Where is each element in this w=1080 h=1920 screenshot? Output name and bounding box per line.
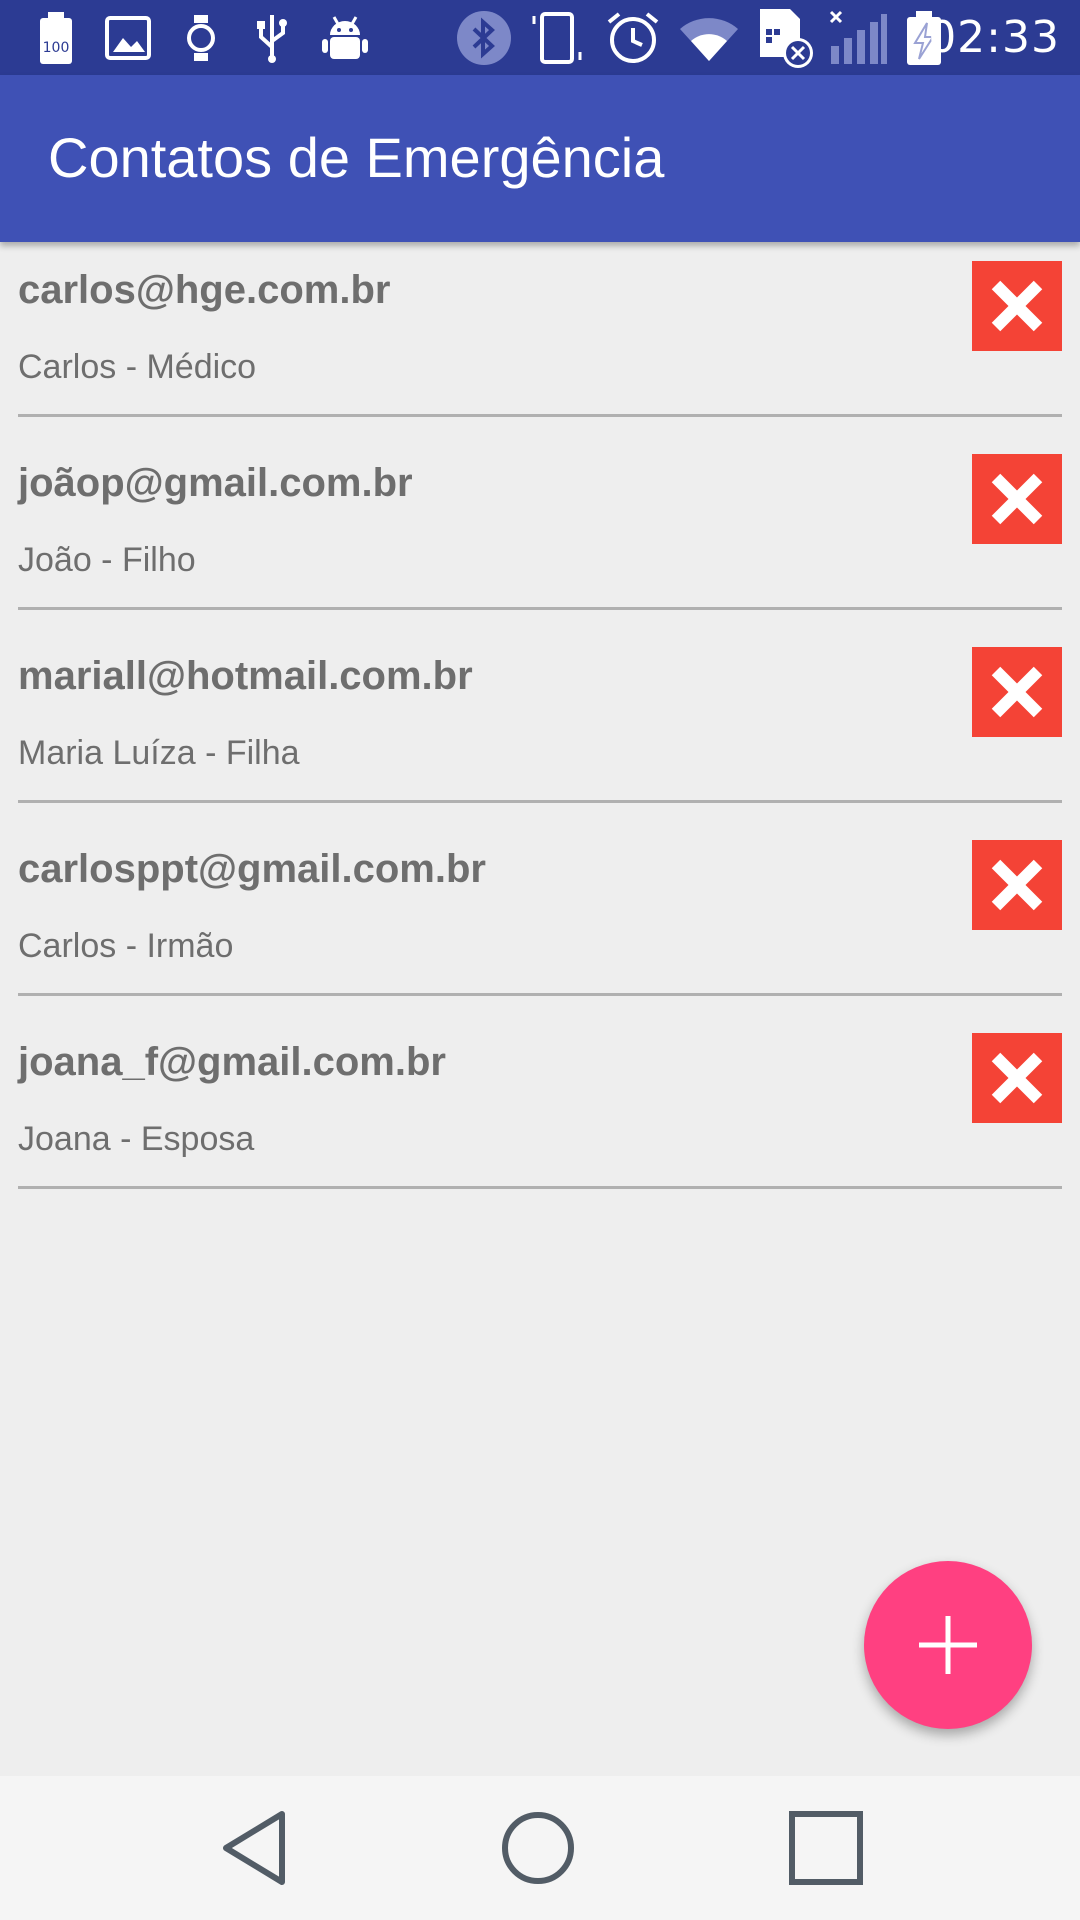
bluetooth-icon	[456, 10, 512, 66]
alarm-icon	[604, 10, 662, 66]
status-bar: 100 02:33	[0, 0, 1080, 75]
close-icon	[991, 859, 1043, 911]
home-icon	[502, 1812, 574, 1884]
status-clock: 02:33	[928, 12, 1060, 63]
back-button[interactable]	[206, 1798, 306, 1898]
contact-email: joãop@gmail.com.br	[18, 461, 413, 505]
recents-icon	[789, 1811, 863, 1885]
usb-icon	[254, 10, 290, 66]
image-icon	[104, 10, 152, 66]
list-item[interactable]: mariall@hotmail.com.br Maria Luíza - Fil…	[0, 628, 1080, 821]
battery-level-label: 100	[43, 40, 70, 56]
back-icon	[223, 1811, 285, 1885]
plus-icon	[919, 1616, 977, 1674]
delete-contact-button[interactable]	[972, 261, 1062, 351]
signal-icon	[826, 10, 890, 66]
divider	[18, 414, 1062, 417]
close-icon	[991, 473, 1043, 525]
divider	[18, 800, 1062, 803]
battery-100-icon: 100	[36, 10, 76, 66]
recents-button[interactable]	[776, 1798, 876, 1898]
contact-description: Joana - Esposa	[18, 1120, 255, 1158]
contact-description: Maria Luíza - Filha	[18, 734, 300, 772]
contact-description: João - Filho	[18, 541, 196, 579]
list-item[interactable]: carlosppt@gmail.com.br Carlos - Irmão	[0, 821, 1080, 1014]
contact-email: carlos@hge.com.br	[18, 268, 391, 312]
home-button[interactable]	[488, 1798, 588, 1898]
list-item[interactable]: carlos@hge.com.br Carlos - Médico	[0, 242, 1080, 435]
add-contact-button[interactable]	[864, 1561, 1032, 1729]
app-bar: Contatos de Emergência	[0, 75, 1080, 242]
divider	[18, 1186, 1062, 1189]
android-debug-icon	[320, 10, 370, 66]
delete-contact-button[interactable]	[972, 1033, 1062, 1123]
delete-contact-button[interactable]	[972, 840, 1062, 930]
navigation-bar	[0, 1776, 1080, 1920]
contact-email: mariall@hotmail.com.br	[18, 654, 473, 698]
delete-contact-button[interactable]	[972, 454, 1062, 544]
divider	[18, 993, 1062, 996]
contact-email: joana_f@gmail.com.br	[18, 1040, 446, 1084]
watch-icon	[184, 10, 218, 66]
sim-error-icon	[756, 9, 818, 68]
contact-description: Carlos - Médico	[18, 348, 257, 386]
list-item[interactable]: joãop@gmail.com.br João - Filho	[0, 435, 1080, 628]
list-item[interactable]: joana_f@gmail.com.br Joana - Esposa	[0, 1014, 1080, 1207]
divider	[18, 607, 1062, 610]
delete-contact-button[interactable]	[972, 647, 1062, 737]
wifi-icon	[678, 10, 740, 66]
close-icon	[991, 280, 1043, 332]
contact-list: carlos@hge.com.br Carlos - Médico joãop@…	[0, 242, 1080, 1207]
contact-description: Carlos - Irmão	[18, 927, 234, 965]
contact-email: carlosppt@gmail.com.br	[18, 847, 486, 891]
close-icon	[991, 1052, 1043, 1104]
close-icon	[991, 666, 1043, 718]
vibrate-icon	[528, 10, 588, 66]
page-title: Contatos de Emergência	[48, 126, 665, 189]
